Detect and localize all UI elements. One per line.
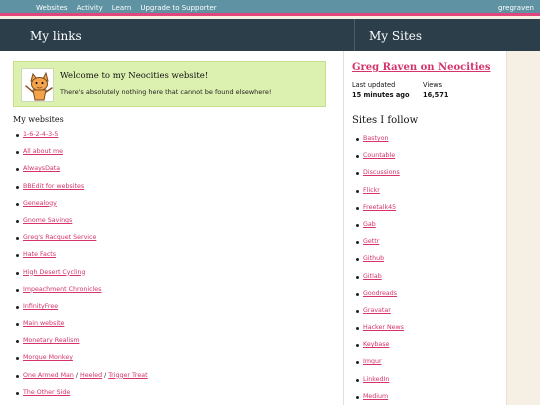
website-list-item: All about me <box>16 148 148 165</box>
website-list-item: Greg's Racquet Service <box>16 234 148 251</box>
last-updated-label: Last updated <box>352 81 396 89</box>
website-list-item: Gnome Savings <box>16 217 148 234</box>
website-link[interactable]: Hate Facts <box>23 251 56 258</box>
website-list-item: Hate Facts <box>16 251 148 268</box>
website-list-item: BBEdit for websites <box>16 183 148 200</box>
website-link[interactable]: All about me <box>23 148 63 155</box>
followed-site-item: Gettr <box>356 238 404 255</box>
followed-site-link[interactable]: Bastyon <box>363 135 389 142</box>
website-list-item: Main website <box>16 320 148 337</box>
sites-i-follow-list: Bastyon Countable Discussions Flickr Freetal… <box>356 135 404 405</box>
my-websites-list: 1-6-2-4-3-5 All about me AlwaysData BBEdit … <box>16 131 148 405</box>
followed-site-item: Gab <box>356 221 404 238</box>
followed-site-link[interactable]: Discussions <box>363 169 400 176</box>
followed-site-item: Freetalk45 <box>356 204 404 221</box>
followed-site-link[interactable]: Github <box>363 255 384 262</box>
website-list-item: AlwaysData <box>16 165 148 182</box>
sidebar: Greg Raven on Neocities Last updated Vie… <box>343 51 506 405</box>
followed-site-link[interactable]: Countable <box>363 152 395 159</box>
website-link[interactable]: Monetary Realism <box>23 337 80 344</box>
nav-learn-link[interactable]: Learn <box>112 4 132 12</box>
followed-site-item: Keybase <box>356 341 404 358</box>
website-link[interactable]: Heeled <box>80 372 102 379</box>
website-link[interactable]: Gnome Savings <box>23 217 72 224</box>
last-updated-value: 15 minutes ago <box>352 91 410 99</box>
website-link[interactable]: AlwaysData <box>23 165 60 172</box>
followed-site-link[interactable]: Gab <box>363 221 376 228</box>
my-websites-heading: My websites <box>13 115 64 124</box>
followed-site-item: Github <box>356 255 404 272</box>
nav-links: Websites Activity Learn Upgrade to Suppo… <box>36 4 217 12</box>
my-sites-title: My Sites <box>369 29 423 43</box>
nav-activity-link[interactable]: Activity <box>77 4 103 12</box>
website-link[interactable]: InfinityFree <box>23 303 58 310</box>
section-header-bar: My links My Sites <box>0 19 540 51</box>
sites-i-follow-heading: Sites I follow <box>352 115 419 126</box>
followed-site-link[interactable]: Gitlab <box>363 273 382 280</box>
website-link[interactable]: The Other Side <box>23 389 70 396</box>
followed-site-link[interactable]: Keybase <box>363 341 389 348</box>
followed-site-link[interactable]: Goodreads <box>363 290 397 297</box>
followed-site-item: Gitlab <box>356 273 404 290</box>
followed-site-item: Hacker News <box>356 324 404 341</box>
nav-upgrade-link[interactable]: Upgrade to Supporter <box>140 4 216 12</box>
followed-site-link[interactable]: Medium <box>363 393 388 400</box>
website-link[interactable]: One Armed Man <box>23 372 74 379</box>
followed-site-link[interactable]: Gravatar <box>363 307 391 314</box>
followed-site-link[interactable]: LinkedIn <box>363 376 389 383</box>
website-link[interactable]: Morgue Monkey <box>23 354 73 361</box>
website-list-item: Impeachment Chronicles <box>16 286 148 303</box>
header-divider <box>354 19 355 51</box>
followed-site-item: Goodreads <box>356 290 404 307</box>
website-link[interactable]: Genealogy <box>23 200 57 207</box>
views-label: Views <box>423 81 443 89</box>
website-list-item: High Desert Cycling <box>16 269 148 286</box>
top-navigation: Websites Activity Learn Upgrade to Suppo… <box>0 0 540 16</box>
my-links-title: My links <box>30 29 82 43</box>
website-link[interactable]: BBEdit for websites <box>23 183 84 190</box>
followed-site-link[interactable]: Flickr <box>363 187 380 194</box>
website-list-item: 1-6-2-4-3-5 <box>16 131 148 148</box>
user-menu-link[interactable]: gregraven <box>498 4 534 12</box>
website-list-item: InfinityFree <box>16 303 148 320</box>
website-list-item: Morgue Monkey <box>16 354 148 371</box>
website-list-item: Monetary Realism <box>16 337 148 354</box>
followed-site-item: LinkedIn <box>356 376 404 393</box>
website-link[interactable]: High Desert Cycling <box>23 269 85 276</box>
website-list-item: Genealogy <box>16 200 148 217</box>
website-list-item: The Other Side <box>16 389 148 405</box>
neocities-cat-icon <box>21 68 54 102</box>
followed-site-item: Imgur <box>356 358 404 375</box>
main-content: Welcome to my Neocities website! There's… <box>0 51 343 405</box>
website-link[interactable]: Greg's Racquet Service <box>23 234 96 241</box>
nav-websites-link[interactable]: Websites <box>36 4 68 12</box>
followed-site-link[interactable]: Gettr <box>363 238 379 245</box>
website-link[interactable]: Main website <box>23 320 64 327</box>
welcome-title: Welcome to my Neocities website! <box>60 71 209 81</box>
welcome-panel: Welcome to my Neocities website! There's… <box>13 61 326 107</box>
followed-site-item: Bastyon <box>356 135 404 152</box>
followed-site-link[interactable]: Hacker News <box>363 324 404 331</box>
page-right-margin <box>506 51 540 405</box>
followed-site-item: Gravatar <box>356 307 404 324</box>
views-value: 16,571 <box>423 91 449 99</box>
followed-site-item: Flickr <box>356 187 404 204</box>
website-link[interactable]: Impeachment Chronicles <box>23 286 101 293</box>
website-link[interactable]: 1-6-2-4-3-5 <box>23 131 58 138</box>
followed-site-item: Countable <box>356 152 404 169</box>
followed-site-item: Medium <box>356 393 404 405</box>
site-profile-link[interactable]: Greg Raven on Neocities <box>352 62 490 74</box>
followed-site-link[interactable]: Imgur <box>363 358 382 365</box>
website-list-item: One Armed Man / Heeled / Trigger Treat <box>16 372 148 389</box>
welcome-subtitle: There's absolutely nothing here that can… <box>60 88 272 96</box>
website-link[interactable]: Trigger Treat <box>108 372 147 379</box>
followed-site-link[interactable]: Freetalk45 <box>363 204 396 211</box>
followed-site-item: Discussions <box>356 169 404 186</box>
